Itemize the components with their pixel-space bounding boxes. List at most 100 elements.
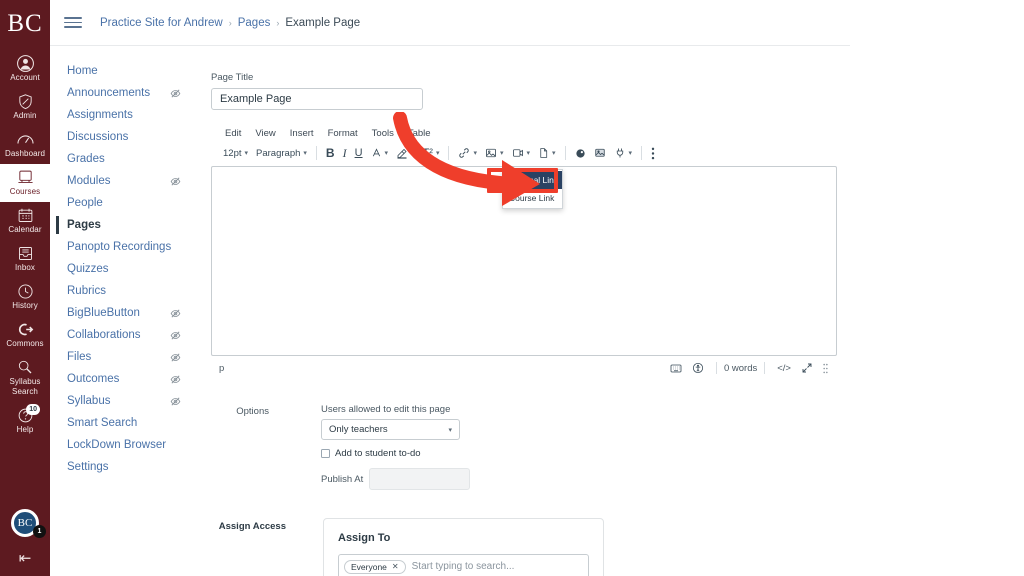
menu-edit[interactable]: Edit xyxy=(225,128,241,139)
sidebar-item-grades[interactable]: Grades xyxy=(67,148,193,170)
sidebar-item-lockdown-browser[interactable]: LockDown Browser xyxy=(67,434,193,456)
accessibility-tools-button[interactable]: ▾ xyxy=(610,144,637,162)
superscript-button[interactable]: T² ▾ xyxy=(419,144,444,162)
sidebar-item-files[interactable]: Files xyxy=(67,346,193,368)
global-nav-item-calendar[interactable]: Calendar xyxy=(0,202,50,240)
embed-image-button[interactable] xyxy=(590,144,610,162)
breadcrumb-item-pages[interactable]: Pages xyxy=(238,17,271,29)
breadcrumb-item-current: Example Page xyxy=(285,17,360,29)
font-size-button[interactable]: 12pt ▾ xyxy=(219,144,252,162)
student-todo-row[interactable]: Add to student to-do xyxy=(321,448,470,459)
sidebar-item-label: LockDown Browser xyxy=(67,439,166,451)
breadcrumb-item-course[interactable]: Practice Site for Andrew xyxy=(100,17,223,29)
options-fields: Users allowed to edit this page Only tea… xyxy=(321,404,470,490)
collapse-nav-button[interactable]: ⇤ xyxy=(19,551,32,566)
global-nav-item-courses[interactable]: Courses xyxy=(0,164,50,202)
assign-to-placeholder: Start typing to search... xyxy=(412,561,515,572)
image-button[interactable]: ▾ xyxy=(481,144,508,162)
html-editor-icon[interactable]: </> xyxy=(777,363,791,374)
remove-pill-icon[interactable]: ✕ xyxy=(392,562,399,571)
global-nav-item-history[interactable]: History xyxy=(0,278,50,316)
sidebar-item-bigbluebutton[interactable]: BigBlueButton xyxy=(67,302,193,324)
sidebar-item-label: Home xyxy=(67,65,98,77)
sidebar-item-label: Announcements xyxy=(67,87,150,99)
sidebar-item-panopto-recordings[interactable]: Panopto Recordings xyxy=(67,236,193,258)
inbox-icon xyxy=(17,244,34,262)
menu-insert[interactable]: Insert xyxy=(290,128,314,139)
document-button[interactable]: ▾ xyxy=(534,144,560,162)
breadcrumb-separator: › xyxy=(229,18,232,28)
underline-button[interactable]: U xyxy=(351,144,367,162)
sidebar-item-collaborations[interactable]: Collaborations xyxy=(67,324,193,346)
hidden-eye-icon xyxy=(170,330,181,341)
menu-tools[interactable]: Tools xyxy=(372,128,394,139)
sidebar-item-home[interactable]: Home xyxy=(67,60,193,82)
accessibility-checker-icon[interactable] xyxy=(692,362,704,374)
resize-handle-icon[interactable] xyxy=(823,363,828,374)
sidebar-item-discussions[interactable]: Discussions xyxy=(67,126,193,148)
highlight-color-button[interactable]: ▾ xyxy=(392,144,419,162)
media-button[interactable]: ▾ xyxy=(508,144,535,162)
body-row: Home Announcements Assignments Discussio… xyxy=(50,46,1024,576)
superscript-icon: T² xyxy=(423,147,433,159)
global-nav-label: Inbox xyxy=(15,263,35,273)
editor-toolbar: 12pt ▾ Paragraph ▾ B I U xyxy=(211,142,837,164)
global-nav-label: Account xyxy=(10,73,40,83)
sidebar-item-announcements[interactable]: Announcements xyxy=(67,82,193,104)
avatar[interactable]: BC 1 xyxy=(11,509,39,537)
student-todo-checkbox[interactable] xyxy=(321,449,330,458)
hamburger-menu-icon[interactable] xyxy=(64,14,82,32)
keyboard-icon[interactable] xyxy=(670,363,682,374)
text-color-button[interactable]: ▾ xyxy=(367,144,393,162)
publish-at-input[interactable] xyxy=(369,468,470,490)
sidebar-item-rubrics[interactable]: Rubrics xyxy=(67,280,193,302)
assignee-pill-everyone[interactable]: Everyone ✕ xyxy=(344,560,406,574)
global-nav-item-help[interactable]: 10 Help xyxy=(0,402,50,440)
global-nav-item-dashboard[interactable]: Dashboard xyxy=(0,126,50,164)
sidebar-item-modules[interactable]: Modules xyxy=(67,170,193,192)
document-icon xyxy=(538,147,549,159)
embed-image-icon xyxy=(594,147,606,159)
menu-table[interactable]: Table xyxy=(408,128,431,139)
sidebar-item-smart-search[interactable]: Smart Search xyxy=(67,412,193,434)
global-nav-item-commons[interactable]: Commons xyxy=(0,316,50,354)
link-button[interactable]: ▾ xyxy=(454,144,481,162)
sidebar-item-settings[interactable]: Settings xyxy=(67,456,193,478)
global-nav-item-syllabus-search[interactable]: Syllabus Search xyxy=(0,354,50,402)
sidebar-item-outcomes[interactable]: Outcomes xyxy=(67,368,193,390)
breadcrumb-separator: › xyxy=(276,18,279,28)
menu-view[interactable]: View xyxy=(255,128,275,139)
underline-icon: U xyxy=(355,147,363,159)
fullscreen-icon[interactable] xyxy=(801,362,813,374)
page-title-input[interactable] xyxy=(211,88,423,110)
overflow-menu-button[interactable] xyxy=(647,144,659,162)
italic-button[interactable]: I xyxy=(339,144,351,162)
global-nav-item-admin[interactable]: Admin xyxy=(0,88,50,126)
sidebar-item-assignments[interactable]: Assignments xyxy=(67,104,193,126)
sidebar-item-label: Assignments xyxy=(67,109,133,121)
sidebar-item-label: Panopto Recordings xyxy=(67,241,171,253)
global-nav-item-account[interactable]: Account xyxy=(0,50,50,88)
bold-button[interactable]: B xyxy=(322,144,339,162)
sidebar-item-syllabus[interactable]: Syllabus xyxy=(67,390,193,412)
sidebar-item-label: Syllabus xyxy=(67,395,110,407)
global-nav-item-inbox[interactable]: Inbox xyxy=(0,240,50,278)
menu-item-course-link[interactable]: Course Link xyxy=(503,189,562,207)
link-icon xyxy=(458,147,470,159)
image-icon xyxy=(485,147,497,159)
menu-item-external-link[interactable]: External Link xyxy=(503,171,562,189)
block-format-button[interactable]: Paragraph ▾ xyxy=(252,144,311,162)
options-section: Options Users allowed to edit this page … xyxy=(211,404,1024,490)
sidebar-item-quizzes[interactable]: Quizzes xyxy=(67,258,193,280)
edit-permission-select[interactable]: Only teachers ▾ xyxy=(321,419,460,440)
menu-format[interactable]: Format xyxy=(328,128,358,139)
assign-to-input[interactable]: Everyone ✕ Start typing to search... xyxy=(338,554,589,576)
search-icon xyxy=(17,358,33,376)
assign-access-section: Assign Access Assign To Everyone ✕ Start… xyxy=(211,518,1024,576)
sidebar-item-people[interactable]: People xyxy=(67,192,193,214)
apps-button[interactable] xyxy=(571,144,590,162)
hidden-eye-icon xyxy=(170,308,181,319)
sidebar-item-label: Outcomes xyxy=(67,373,119,385)
options-label: Options xyxy=(211,404,269,490)
sidebar-item-pages[interactable]: Pages xyxy=(67,214,193,236)
